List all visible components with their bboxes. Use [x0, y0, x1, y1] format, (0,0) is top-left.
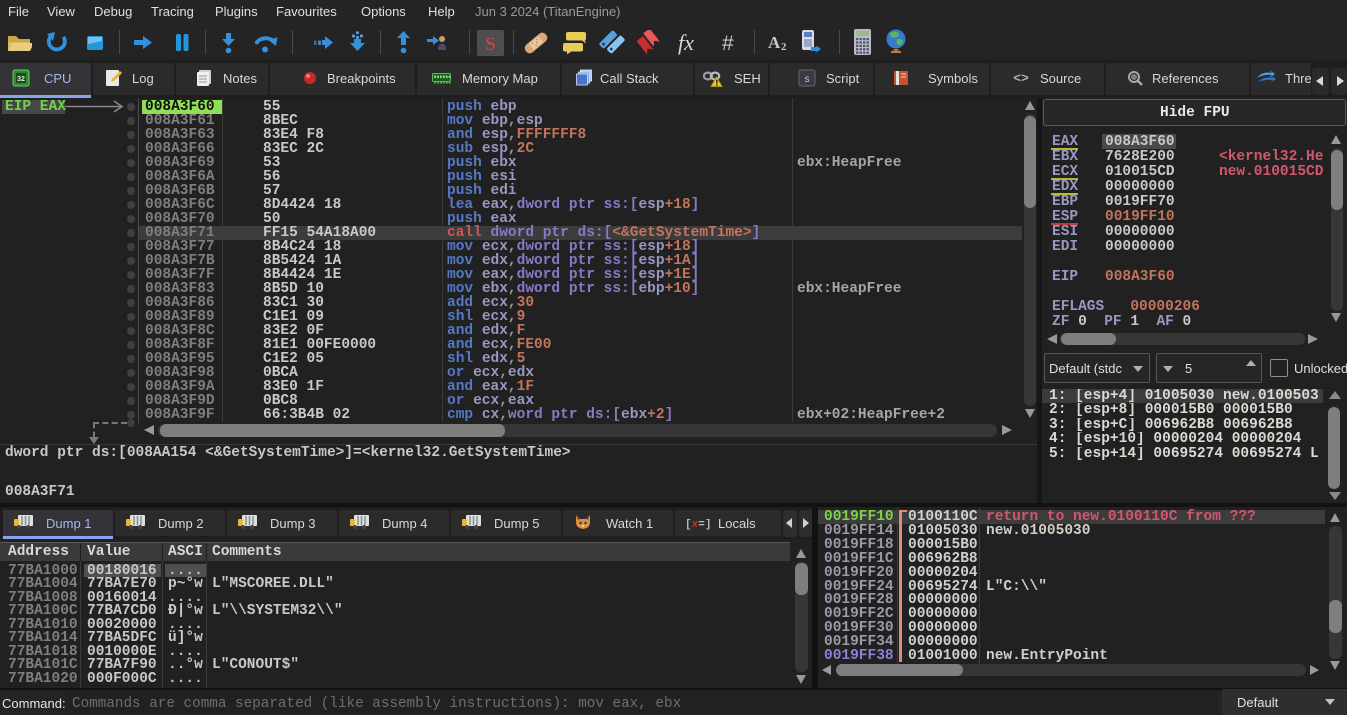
svg-text:fx: fx: [678, 30, 694, 55]
svg-text:[x=]: [x=]: [685, 519, 711, 530]
svg-text:S: S: [485, 34, 496, 55]
svg-text:#: #: [722, 32, 734, 55]
svg-text:s: s: [804, 75, 810, 86]
svg-text:A: A: [768, 33, 781, 52]
svg-text:<>: <>: [1013, 71, 1029, 86]
svg-text:2: 2: [781, 41, 787, 53]
svg-text:32: 32: [17, 76, 25, 83]
